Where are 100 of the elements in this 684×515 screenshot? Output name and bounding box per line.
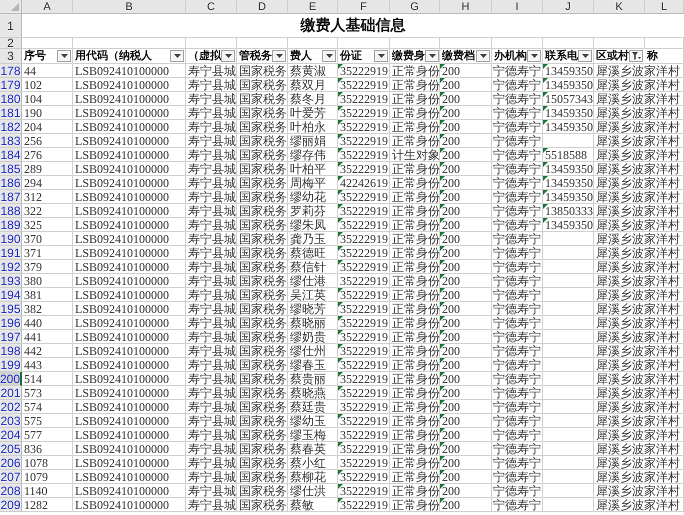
- row-number[interactable]: 196: [0, 316, 22, 330]
- table-cell: 寿宁县城: [188, 218, 236, 230]
- column-header[interactable]: C: [186, 0, 237, 14]
- filter-dropdown-button[interactable]: [527, 50, 541, 62]
- filter-applied-button[interactable]: [629, 50, 643, 62]
- row-number[interactable]: 179: [0, 78, 22, 92]
- row-number[interactable]: 1: [0, 14, 22, 38]
- row-number[interactable]: 3: [0, 49, 22, 64]
- column-header[interactable]: B: [73, 0, 186, 14]
- row-number[interactable]: 185: [0, 162, 22, 176]
- table-cell: 381: [24, 288, 42, 300]
- table-cell: 35222919: [340, 302, 388, 314]
- row-number[interactable]: 204: [0, 428, 22, 442]
- table-cell: 犀溪乡波家洋村: [596, 134, 680, 146]
- column-header[interactable]: K: [594, 0, 645, 14]
- row-number[interactable]: 209: [0, 498, 22, 512]
- table-cell: 200: [442, 456, 460, 468]
- filter-dropdown-button[interactable]: [57, 50, 71, 62]
- column-header[interactable]: I: [492, 0, 543, 14]
- row-number[interactable]: 207: [0, 470, 22, 484]
- table-cell: LSB092410100000: [75, 288, 170, 300]
- row-number[interactable]: 202: [0, 400, 22, 414]
- row-number[interactable]: 198: [0, 344, 22, 358]
- column-header[interactable]: F: [338, 0, 390, 14]
- table-cell: 寿宁县城: [188, 246, 236, 258]
- row-number[interactable]: 186: [0, 176, 22, 190]
- row-number[interactable]: 205: [0, 442, 22, 456]
- table-cell: LSB092410100000: [75, 162, 170, 174]
- row-number[interactable]: 194: [0, 288, 22, 302]
- row-number[interactable]: 2: [0, 38, 22, 49]
- table-cell: 200: [442, 232, 460, 244]
- row-number[interactable]: 192: [0, 260, 22, 274]
- row-number[interactable]: 199: [0, 358, 22, 372]
- row-number[interactable]: 208: [0, 484, 22, 498]
- row-number[interactable]: 191: [0, 246, 22, 260]
- row-number[interactable]: 188: [0, 204, 22, 218]
- filter-dropdown-button[interactable]: [272, 50, 286, 62]
- filter-dropdown-button[interactable]: [322, 50, 336, 62]
- table-cell: 寿宁县城: [188, 414, 236, 426]
- table-cell: 正常身份: [392, 162, 440, 174]
- table-cell: 正常身份: [392, 274, 440, 286]
- row-number[interactable]: 203: [0, 414, 22, 428]
- column-header[interactable]: D: [237, 0, 288, 14]
- filter-dropdown-button[interactable]: [578, 50, 592, 62]
- table-cell: 200: [442, 246, 460, 258]
- table-cell: 蔡廷贵: [290, 400, 326, 412]
- table-cell: 寿宁县城: [188, 302, 236, 314]
- table-cell: 犀溪乡波家洋村: [596, 386, 680, 398]
- row-number[interactable]: 178: [0, 64, 22, 78]
- table-cell: 573: [24, 386, 42, 398]
- table-cell: 200: [442, 302, 460, 314]
- row-number[interactable]: 197: [0, 330, 22, 344]
- column-header[interactable]: A: [22, 0, 73, 14]
- row-number[interactable]: 206: [0, 456, 22, 470]
- table-cell: 宁德寿宁: [493, 288, 541, 300]
- table-cell: 200: [442, 400, 460, 412]
- filter-dropdown-button[interactable]: [374, 50, 388, 62]
- table-cell: 正常身份: [392, 498, 440, 510]
- row-number[interactable]: 200: [0, 372, 22, 386]
- table-cell: 宁德寿宁: [493, 78, 541, 90]
- table-cell: 35222919: [340, 106, 388, 118]
- table-cell: 国家税务: [239, 64, 287, 76]
- table-cell: 国家税务: [239, 246, 287, 258]
- column-header[interactable]: H: [440, 0, 492, 14]
- filter-dropdown-button[interactable]: [170, 50, 184, 62]
- table-cell: 寿宁县城: [188, 92, 236, 104]
- filter-dropdown-button[interactable]: [476, 50, 490, 62]
- column-header[interactable]: J: [543, 0, 594, 14]
- row-number[interactable]: 195: [0, 302, 22, 316]
- row-number[interactable]: 183: [0, 134, 22, 148]
- filter-dropdown-button[interactable]: [425, 50, 439, 62]
- table-cell: 200: [442, 386, 460, 398]
- table-cell: 35222919: [340, 64, 388, 76]
- table-cell: 15057343: [545, 92, 593, 104]
- table-cell: 宁德寿宁: [493, 190, 541, 202]
- table-cell: LSB092410100000: [75, 190, 170, 202]
- column-header[interactable]: L: [645, 0, 684, 14]
- funnel-icon: [632, 52, 640, 60]
- row-number[interactable]: 193: [0, 274, 22, 288]
- row-number[interactable]: 190: [0, 232, 22, 246]
- row-number[interactable]: 201: [0, 386, 22, 400]
- table-cell: 13459350: [545, 176, 593, 188]
- caret-icon: [530, 54, 538, 58]
- column-header[interactable]: E: [288, 0, 338, 14]
- row-number[interactable]: 182: [0, 120, 22, 134]
- table-cell: 宁德寿宁: [493, 470, 541, 482]
- filter-dropdown-button[interactable]: [221, 50, 235, 62]
- row-number[interactable]: 181: [0, 106, 22, 120]
- row-number[interactable]: 187: [0, 190, 22, 204]
- row-number[interactable]: 189: [0, 218, 22, 232]
- row-number[interactable]: 184: [0, 148, 22, 162]
- table-cell: 宁德寿宁: [493, 302, 541, 314]
- table-cell: LSB092410100000: [75, 120, 170, 132]
- table-cell: 102: [24, 78, 42, 90]
- row-number[interactable]: 180: [0, 92, 22, 106]
- table-cell: 蔡贵丽: [290, 372, 326, 384]
- table-cell: 577: [24, 428, 42, 440]
- table-cell: 宁德寿宁: [493, 204, 541, 216]
- column-header[interactable]: G: [390, 0, 440, 14]
- table-cell: 吴江英: [290, 288, 326, 300]
